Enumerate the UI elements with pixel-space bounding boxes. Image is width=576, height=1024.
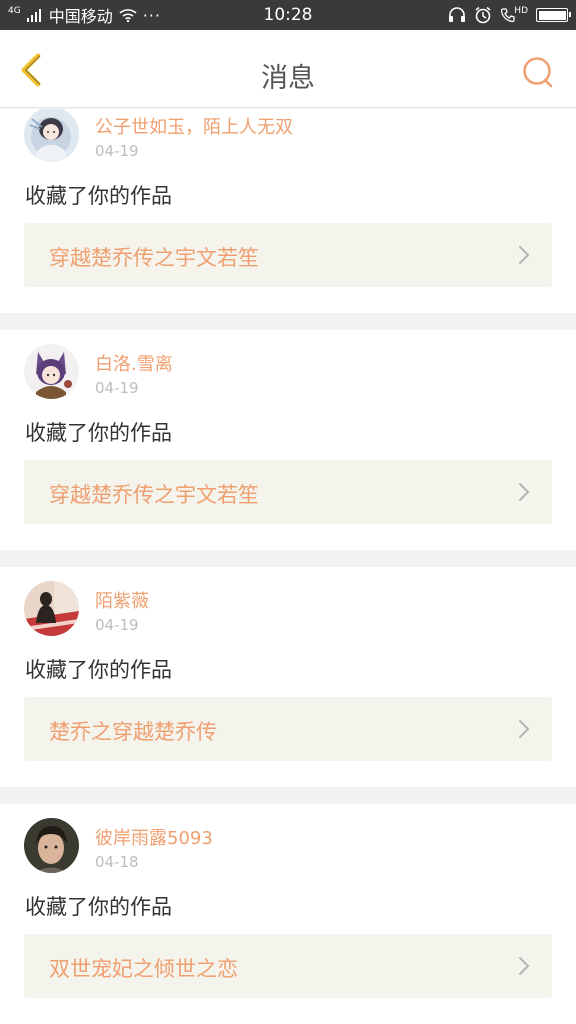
- battery-level: [538, 10, 566, 20]
- username[interactable]: 陌紫薇: [95, 587, 149, 613]
- page-title: 消息: [261, 63, 315, 94]
- hd-call-icon: HD: [500, 7, 528, 23]
- work-link[interactable]: 楚乔之穿越楚乔传: [24, 697, 552, 761]
- hd-label: HD: [514, 6, 528, 16]
- chevron-right-icon: [519, 720, 530, 738]
- search-button[interactable]: [522, 56, 554, 88]
- headset-icon: [449, 7, 466, 22]
- photo-avatar-icon: [24, 818, 79, 873]
- work-title: 楚乔之穿越楚乔传: [49, 720, 217, 744]
- status-right: HD: [448, 0, 571, 30]
- user-avatar[interactable]: [24, 109, 79, 162]
- user-avatar[interactable]: [24, 818, 79, 873]
- message-card: 彼岸雨露5093 04-18 收藏了你的作品 双世宠妃之倾世之恋: [0, 804, 576, 1024]
- chevron-right-icon: [519, 246, 530, 264]
- username[interactable]: 彼岸雨露5093: [95, 824, 213, 850]
- message-action: 收藏了你的作品: [25, 895, 172, 919]
- anime-girl-avatar-icon: [24, 109, 79, 162]
- message-action: 收藏了你的作品: [25, 658, 172, 682]
- message-card: 陌紫薇 04-19 收藏了你的作品 楚乔之穿越楚乔传: [0, 567, 576, 787]
- message-date: 04-19: [95, 616, 139, 634]
- work-link[interactable]: 双世宠妃之倾世之恋: [24, 934, 552, 998]
- message-date: 04-18: [95, 853, 139, 871]
- message-date: 04-19: [95, 379, 139, 397]
- username[interactable]: 白洛.雪离: [95, 350, 173, 376]
- message-list[interactable]: 公子世如玉，陌上人无双 04-19 收藏了你的作品 穿越楚乔传之宇文若笙 白洛.…: [0, 109, 576, 1024]
- work-title: 穿越楚乔传之宇文若笙: [49, 483, 259, 507]
- message-list-content: 公子世如玉，陌上人无双 04-19 收藏了你的作品 穿越楚乔传之宇文若笙 白洛.…: [0, 109, 576, 1024]
- work-link[interactable]: 穿越楚乔传之宇文若笙: [24, 223, 552, 287]
- user-avatar[interactable]: [24, 581, 79, 636]
- username[interactable]: 公子世如玉，陌上人无双: [95, 113, 293, 139]
- user-avatar[interactable]: [24, 344, 79, 399]
- status-bar: 4G 中国移动 ··· 10:28 HD: [0, 0, 576, 30]
- chevron-right-icon: [519, 957, 530, 975]
- work-link[interactable]: 穿越楚乔传之宇文若笙: [24, 460, 552, 524]
- anime-girl-avatar-icon: [24, 344, 79, 399]
- message-card: 公子世如玉，陌上人无双 04-19 收藏了你的作品 穿越楚乔传之宇文若笙: [0, 109, 576, 313]
- message-date: 04-19: [95, 142, 139, 160]
- battery-icon: [536, 8, 571, 22]
- chevron-right-icon: [519, 483, 530, 501]
- silhouette-avatar-icon: [24, 581, 79, 636]
- message-card: 白洛.雪离 04-19 收藏了你的作品 穿越楚乔传之宇文若笙: [0, 330, 576, 550]
- message-action: 收藏了你的作品: [25, 421, 172, 445]
- work-title: 穿越楚乔传之宇文若笙: [49, 246, 259, 270]
- nav-header: 消息: [0, 30, 576, 108]
- alarm-icon: [475, 6, 491, 24]
- message-action: 收藏了你的作品: [25, 184, 172, 208]
- work-title: 双世宠妃之倾世之恋: [49, 957, 238, 981]
